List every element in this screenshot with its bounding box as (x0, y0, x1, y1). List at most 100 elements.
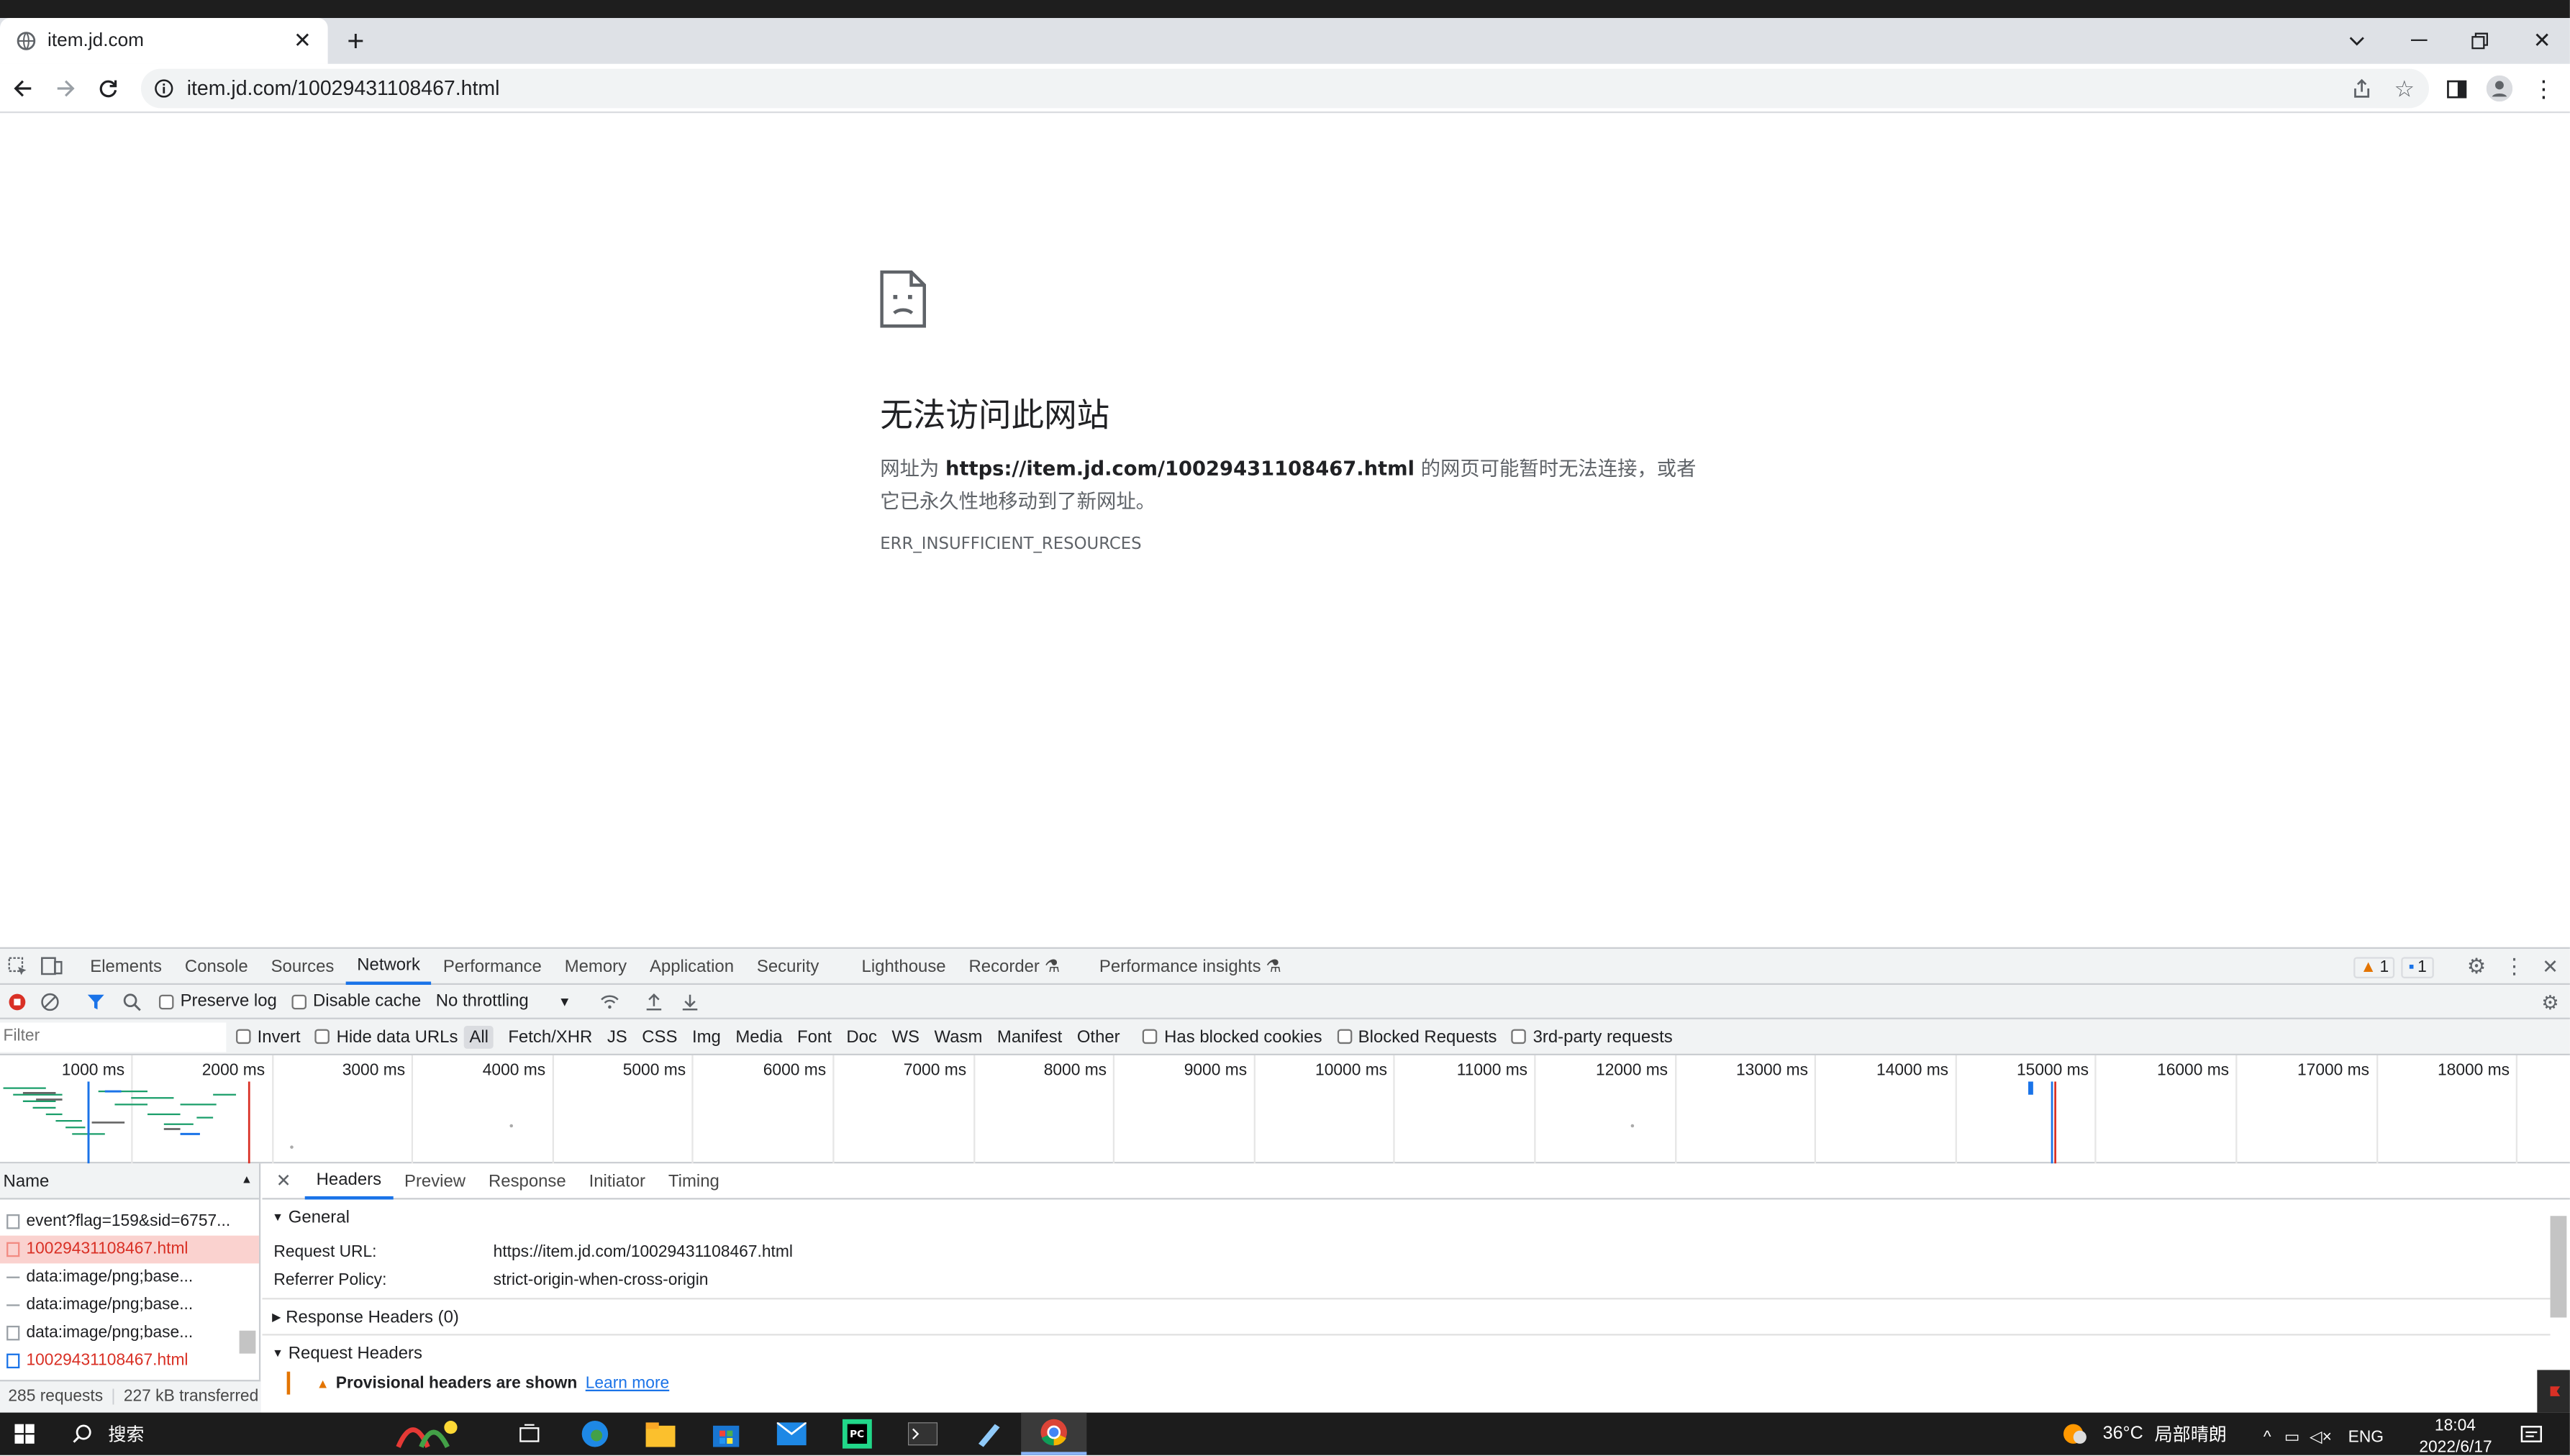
taskbar-clock[interactable]: 18:04 2022/6/17 (2419, 1416, 2492, 1455)
network-icon[interactable]: ▭ (2284, 1428, 2300, 1446)
request-list-header[interactable]: Name ▲ (0, 1163, 259, 1200)
reload-icon[interactable] (92, 72, 125, 105)
inspect-element-icon[interactable] (4, 956, 33, 975)
export-har-icon[interactable] (673, 992, 709, 1010)
devtools-tab-sources[interactable]: Sources (260, 948, 346, 984)
disable-cache-checkbox[interactable] (291, 993, 307, 1009)
filter-type-img[interactable]: Img (692, 1027, 721, 1046)
tab-search-icon[interactable] (2340, 24, 2374, 58)
profile-avatar[interactable] (2483, 72, 2516, 105)
message-count-badge[interactable]: ▪ 1 (2402, 956, 2433, 978)
devtools-tab-recorder[interactable]: Recorder ⚗ (958, 948, 1072, 984)
request-row[interactable]: data:image/png;base... (0, 1263, 259, 1291)
learn-more-link[interactable]: Learn more (586, 1374, 669, 1392)
filter-type-js[interactable]: JS (607, 1027, 627, 1046)
devtools-tab-performance[interactable]: Performance (432, 948, 553, 984)
clear-icon[interactable] (31, 992, 67, 1011)
address-bar[interactable]: item.jd.com/10029431108467.html (140, 68, 2429, 109)
filter-type-wasm[interactable]: Wasm (935, 1027, 983, 1046)
windows-start-icon[interactable] (0, 1424, 49, 1444)
devtools-tab-security[interactable]: Security (745, 948, 830, 984)
import-har-icon[interactable] (637, 992, 673, 1010)
devtools-tab-console[interactable]: Console (173, 948, 260, 984)
close-detail-icon[interactable]: ✕ (262, 1170, 304, 1191)
detail-tab-timing[interactable]: Timing (657, 1162, 731, 1198)
bookmark-star-icon[interactable]: ☆ (2388, 72, 2421, 105)
devtools-settings-gear-icon[interactable]: ⚙ (2462, 954, 2492, 980)
language-indicator[interactable]: ENG (2348, 1428, 2384, 1446)
blocked-requests-checkbox[interactable] (1337, 1029, 1352, 1045)
pycharm-icon[interactable]: PC (825, 1419, 890, 1449)
filter-type-doc[interactable]: Doc (846, 1027, 877, 1046)
filter-type-all[interactable]: All (464, 1024, 494, 1048)
filter-input[interactable] (0, 1022, 227, 1052)
minimize-icon[interactable] (2403, 24, 2436, 58)
new-tab-button[interactable]: + (337, 24, 373, 58)
filter-type-ws[interactable]: WS (891, 1027, 920, 1046)
chrome-taskbar-icon[interactable] (1021, 1412, 1087, 1455)
request-row[interactable]: data:image/png;base... (0, 1291, 259, 1319)
filter-type-other[interactable]: Other (1077, 1027, 1120, 1046)
info-icon[interactable] (154, 78, 173, 98)
notes-app-icon[interactable] (955, 1421, 1021, 1447)
file-explorer-icon[interactable] (627, 1421, 693, 1447)
filter-type-font[interactable]: Font (797, 1027, 832, 1046)
browser-tab[interactable]: item.jd.com ✕ (0, 18, 328, 64)
issues-counters[interactable]: ▲ 1 ▪ 1 (2353, 955, 2433, 978)
has-blocked-cookies-checkbox[interactable] (1143, 1029, 1158, 1045)
menu-kebab-icon[interactable]: ⋮ (2528, 72, 2561, 105)
forward-icon[interactable] (49, 72, 82, 105)
search-icon[interactable] (113, 992, 149, 1011)
detail-tab-initiator[interactable]: Initiator (578, 1162, 657, 1198)
volume-muted-icon[interactable]: ◁× (2310, 1428, 2332, 1446)
devtools-tab-application[interactable]: Application (638, 948, 745, 984)
devtools-tab-lighthouse[interactable]: Lighthouse (850, 948, 958, 984)
throttling-select[interactable]: No throttling ▼ (436, 991, 571, 1011)
request-headers-section-header[interactable]: ▼ Request Headers (262, 1335, 2570, 1372)
response-headers-section-header[interactable]: ▶ Response Headers (0) (262, 1299, 2551, 1336)
network-settings-gear-icon[interactable]: ⚙ (2537, 990, 2563, 1016)
detail-scrollbar[interactable] (2550, 1216, 2567, 1318)
third-party-checkbox[interactable] (1511, 1029, 1527, 1045)
filter-type-media[interactable]: Media (735, 1027, 782, 1046)
devtools-menu-kebab-icon[interactable]: ⋮ (2499, 954, 2529, 980)
side-panel-icon[interactable] (2440, 72, 2474, 105)
devtools-tab-memory[interactable]: Memory (553, 948, 638, 984)
close-window-icon[interactable]: ✕ (2525, 24, 2558, 58)
hide-data-urls-checkbox[interactable] (314, 1029, 330, 1045)
general-section-header[interactable]: ▼ General (262, 1199, 2570, 1236)
taskbar-search[interactable]: 搜索 (49, 1413, 336, 1455)
devtools-tab-performance-insights[interactable]: Performance insights ⚗ (1088, 948, 1293, 984)
device-toolbar-icon[interactable] (33, 957, 69, 975)
back-icon[interactable] (6, 72, 40, 105)
devtools-close-icon[interactable]: ✕ (2535, 954, 2565, 980)
tab-close-icon[interactable]: ✕ (294, 28, 312, 54)
record-stop-icon[interactable] (1, 992, 31, 1010)
network-conditions-wifi-icon[interactable] (594, 993, 627, 1009)
warning-count-badge[interactable]: ▲ 1 (2353, 956, 2396, 978)
devtools-tab-network[interactable]: Network (345, 948, 432, 984)
edge-browser-icon[interactable] (562, 1419, 627, 1449)
request-row[interactable]: 10029431108467.html (0, 1347, 259, 1375)
restore-icon[interactable] (2464, 24, 2497, 58)
preserve-log-checkbox[interactable] (158, 993, 174, 1009)
filter-type-fetch-xhr[interactable]: Fetch/XHR (508, 1027, 592, 1046)
detail-tab-response[interactable]: Response (477, 1162, 578, 1198)
filter-type-manifest[interactable]: Manifest (997, 1027, 1062, 1046)
filter-type-css[interactable]: CSS (642, 1027, 677, 1046)
detail-tab-headers[interactable]: Headers (304, 1162, 394, 1199)
request-list-scrollbar[interactable] (239, 1330, 256, 1354)
request-row[interactable]: data:image/png;base... (0, 1319, 259, 1347)
share-icon[interactable] (2346, 72, 2379, 105)
task-view-icon[interactable] (496, 1424, 562, 1444)
request-row[interactable]: 10029431108467.html (0, 1235, 259, 1264)
terminal-icon[interactable] (890, 1422, 955, 1446)
invert-checkbox[interactable] (236, 1029, 251, 1045)
mail-icon[interactable] (759, 1422, 825, 1446)
devtools-tab-elements[interactable]: Elements (78, 948, 173, 984)
store-icon[interactable] (694, 1421, 759, 1447)
filter-funnel-icon[interactable] (77, 992, 113, 1010)
weather-widget[interactable]: 36°C 局部晴朗 (2060, 1416, 2227, 1452)
chevron-up-icon[interactable]: ^ (2263, 1428, 2271, 1446)
network-timeline-overview[interactable]: 1000 ms 2000 ms 3000 ms 4000 ms 5000 ms 6000 … (0, 1055, 2570, 1164)
